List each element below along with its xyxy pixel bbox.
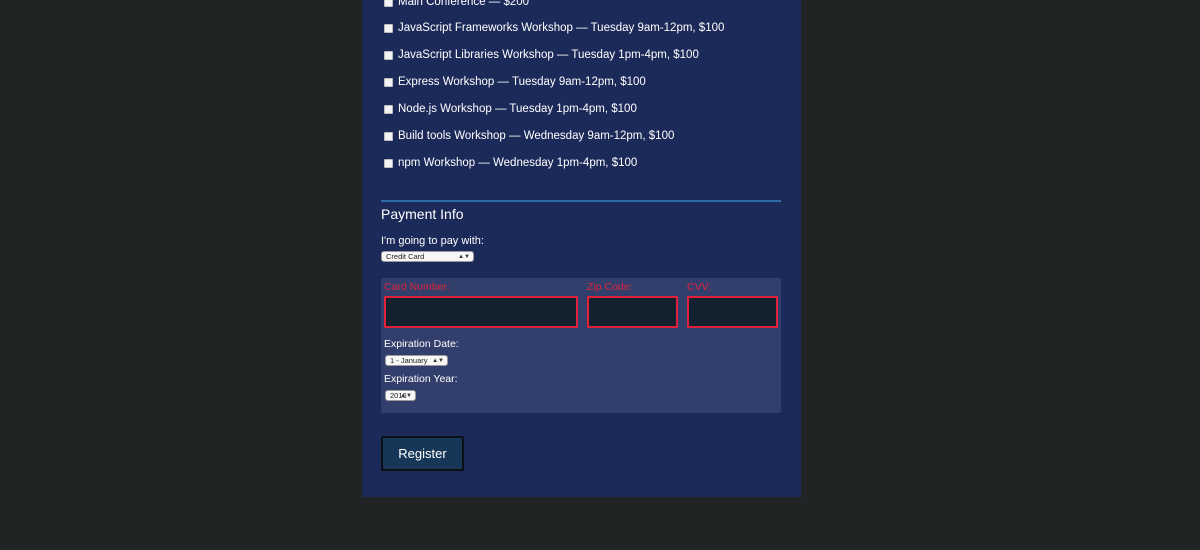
activity-label: Main Conference — $200 (398, 0, 530, 8)
activity-checkbox[interactable] (384, 50, 393, 60)
payment-method-select[interactable]: Credit Card ▲▼ (381, 251, 474, 262)
expiration-month-select[interactable]: 1 - January ▲▼ (385, 355, 448, 366)
activity-checkbox[interactable] (384, 0, 393, 7)
card-number-input[interactable] (384, 296, 578, 328)
payment-method-value: Credit Card (386, 252, 425, 261)
pay-with-label: I'm going to pay with: (381, 235, 484, 247)
activity-label: JavaScript Frameworks Workshop — Tuesday… (398, 22, 725, 34)
expiration-date-label: Expiration Date: (384, 338, 459, 350)
activity-checkbox[interactable] (384, 104, 393, 114)
select-arrows-icon: ▲▼ (458, 254, 470, 260)
activity-main-conference[interactable]: Main Conference — $200 (384, 0, 529, 10)
activity-label: Express Workshop — Tuesday 9am-12pm, $10… (398, 76, 646, 88)
activity-express[interactable]: Express Workshop — Tuesday 9am-12pm, $10… (384, 74, 646, 90)
activity-checkbox[interactable] (384, 77, 393, 87)
activity-label: Node.js Workshop — Tuesday 1pm-4pm, $100 (398, 103, 637, 115)
section-divider (381, 200, 781, 202)
activity-build-tools[interactable]: Build tools Workshop — Wednesday 9am-12p… (384, 128, 674, 144)
activity-label: npm Workshop — Wednesday 1pm-4pm, $100 (398, 157, 638, 169)
select-arrows-icon: ▲▼ (400, 393, 412, 399)
activity-js-frameworks[interactable]: JavaScript Frameworks Workshop — Tuesday… (384, 20, 724, 36)
cvv-input[interactable] (687, 296, 778, 328)
expiration-month-value: 1 - January (390, 356, 428, 365)
register-button[interactable]: Register (381, 436, 464, 471)
activity-label: Build tools Workshop — Wednesday 9am-12p… (398, 130, 675, 142)
card-number-label: Card Number: (384, 281, 450, 293)
activity-nodejs[interactable]: Node.js Workshop — Tuesday 1pm-4pm, $100 (384, 101, 637, 117)
activity-checkbox[interactable] (384, 158, 393, 168)
activity-checkbox[interactable] (384, 131, 393, 141)
activity-checkbox[interactable] (384, 23, 393, 33)
zip-code-input[interactable] (587, 296, 678, 328)
cvv-label: CVV: (687, 281, 712, 293)
zip-code-label: Zip Code: (587, 281, 633, 293)
activity-npm[interactable]: npm Workshop — Wednesday 1pm-4pm, $100 (384, 155, 637, 171)
expiration-year-select[interactable]: 2016 ▲▼ (385, 390, 416, 401)
activity-js-libraries[interactable]: JavaScript Libraries Workshop — Tuesday … (384, 47, 699, 63)
payment-heading: Payment Info (381, 206, 464, 222)
expiration-year-label: Expiration Year: (384, 373, 458, 385)
activity-label: JavaScript Libraries Workshop — Tuesday … (398, 49, 699, 61)
select-arrows-icon: ▲▼ (432, 358, 444, 364)
